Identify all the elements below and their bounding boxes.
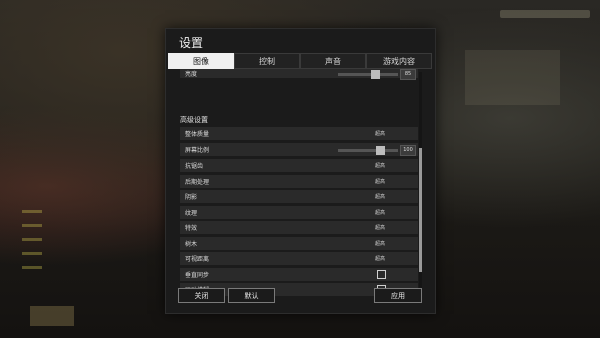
setting-row-textures[interactable]: 纹理 超高 [180,206,418,220]
brightness-value-box[interactable]: 85 [400,69,416,80]
tab-graphics[interactable]: 图像 [168,53,234,69]
setting-value[interactable]: 超高 [375,255,385,262]
vsync-checkbox[interactable] [377,270,386,279]
brightness-slider[interactable] [338,70,398,79]
dialog-title: 设置 [179,36,204,50]
scrollbar-thumb[interactable] [419,148,422,272]
setting-label: 可视距离 [185,256,210,263]
screen-scale-slider-thumb[interactable] [376,146,385,155]
background-panel [465,50,560,105]
setting-row-effects[interactable]: 特效 超高 [180,221,418,235]
screen-scale-slider[interactable] [338,146,398,155]
setting-label: 后期处理 [185,179,210,186]
setting-label: 整体质量 [185,131,210,138]
setting-row-vsync: 垂直同步 [180,268,418,282]
settings-content: 亮度 85 高级设置 整体质量 超高 屏幕比例 100 抗锯齿 超高 后期处理 … [178,69,424,301]
setting-value[interactable]: 超高 [375,224,385,231]
setting-label: 树木 [185,241,198,248]
advanced-settings-heading: 高级设置 [180,116,208,124]
setting-row-anti-aliasing[interactable]: 抗锯齿 超高 [180,159,418,173]
close-button[interactable]: 关闭 [178,288,225,303]
screen-scale-value-box[interactable]: 100 [400,145,416,156]
setting-label: 屏幕比例 [185,147,210,154]
setting-row-foliage[interactable]: 树木 超高 [180,237,418,251]
setting-row-view-distance[interactable]: 可视距离 超高 [180,252,418,266]
setting-label: 阴影 [185,194,198,201]
setting-label: 特效 [185,225,198,232]
background-menu-list [22,210,42,270]
settings-dialog: 设置 图像 控制 声音 游戏内容 亮度 85 高级设置 整体质量 超高 屏幕比例… [165,28,436,314]
setting-row-screen-scale: 屏幕比例 100 [180,143,418,157]
default-button[interactable]: 默认 [228,288,275,303]
setting-row-shadows[interactable]: 阴影 超高 [180,190,418,204]
tab-controls[interactable]: 控制 [234,53,300,69]
setting-value[interactable]: 超高 [375,240,385,247]
setting-value[interactable]: 超高 [375,162,385,169]
background-hud-text [500,10,590,18]
setting-label: 垂直同步 [185,272,210,279]
setting-label: 纹理 [185,210,198,217]
setting-row-overall-quality[interactable]: 整体质量 超高 [180,127,418,141]
apply-button[interactable]: 应用 [374,288,422,303]
tab-gameplay[interactable]: 游戏内容 [366,53,432,69]
setting-value[interactable]: 超高 [375,193,385,200]
tab-audio[interactable]: 声音 [300,53,366,69]
brightness-row: 亮度 85 [180,69,418,80]
settings-tabs: 图像 控制 声音 游戏内容 [168,53,432,69]
setting-value[interactable]: 超高 [375,178,385,185]
setting-value[interactable]: 超高 [375,209,385,216]
background-button [30,306,74,326]
brightness-slider-thumb[interactable] [371,70,380,79]
setting-label: 抗锯齿 [185,163,204,170]
brightness-label: 亮度 [185,71,198,78]
setting-value[interactable]: 超高 [375,130,385,137]
settings-scrollbar[interactable] [419,72,422,297]
setting-row-post-processing[interactable]: 后期处理 超高 [180,175,418,189]
